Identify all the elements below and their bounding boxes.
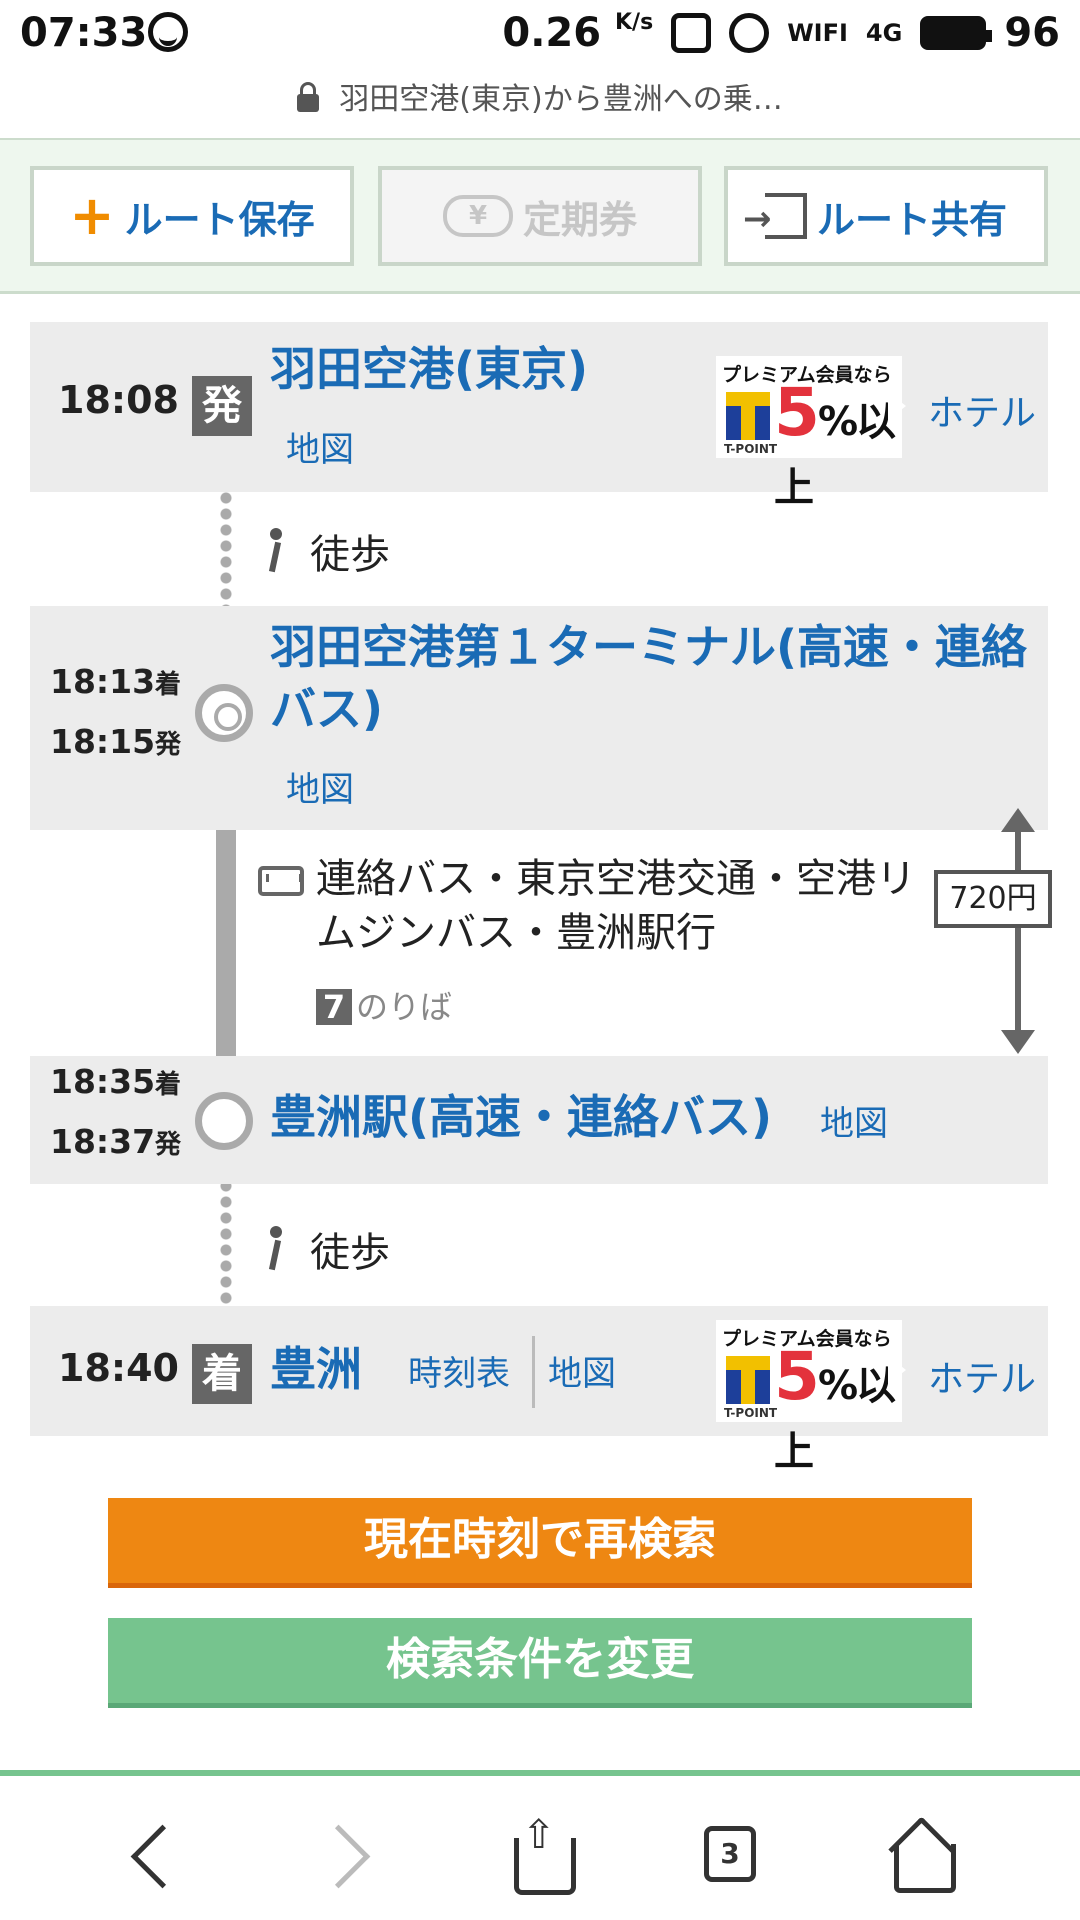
- stop2-depart-time: 18:37発: [50, 1122, 181, 1161]
- bus-line-name[interactable]: 連絡バス・東京空港交通・空港リムジンバス・豊洲駅行: [316, 852, 916, 960]
- tpoint-logo-icon: [726, 1356, 770, 1404]
- bus-icon: [258, 866, 304, 896]
- platform-number: 7: [316, 989, 352, 1025]
- walk-label-2: 徒歩: [310, 1230, 390, 1276]
- arrival-station-name[interactable]: 豊洲: [270, 1338, 362, 1400]
- departure-station-box: 18:08 発 羽田空港(東京) 地図 プレミアム会員なら 5%以上 T-POI…: [30, 322, 1048, 508]
- forward-icon[interactable]: [310, 1818, 390, 1898]
- status-bar: 07:33 0.26 K/s WIFI 4G 96: [0, 0, 1080, 68]
- transfer-station-box-2: 18:35着 18:37発 豊洲駅(高速・連絡バス) 地図: [30, 1056, 1048, 1184]
- save-route-label: ルート保存: [124, 197, 315, 242]
- tabs-button[interactable]: 3: [690, 1818, 770, 1898]
- stop2-arrive-time: 18:35着: [50, 1062, 181, 1101]
- share-page-icon[interactable]: [500, 1812, 580, 1898]
- stop2-arrive-suffix: 着: [155, 1070, 182, 1100]
- timetable-link[interactable]: 時刻表: [408, 1346, 510, 1395]
- change-conditions-button[interactable]: 検索条件を変更: [108, 1618, 972, 1708]
- walk-segment-2: 徒歩: [260, 1220, 390, 1278]
- fare-range-arrow-icon: [1001, 808, 1035, 1054]
- tpoint-ad[interactable]: プレミアム会員なら 5%以上 T-POINT: [716, 1320, 906, 1472]
- transfer-station-box-1: 18:13着 18:15発 羽田空港第１ターミナル(高速・連絡バス) 地図: [30, 606, 1048, 830]
- departure-time: 18:08: [58, 378, 179, 422]
- tpoint-logo-icon: [726, 392, 770, 440]
- arrival-map-link[interactable]: 地図: [548, 1346, 616, 1395]
- stop1-node-icon: [195, 684, 253, 742]
- research-now-button[interactable]: 現在時刻で再検索: [108, 1498, 972, 1588]
- ad-brand: T-POINT: [724, 442, 778, 456]
- arrival-hotel-link[interactable]: ホテル: [928, 1350, 1036, 1402]
- stop2-station-name[interactable]: 豊洲駅(高速・連絡バス): [270, 1086, 772, 1148]
- battery-icon: [920, 16, 993, 50]
- platform-label: のりば: [356, 988, 453, 1026]
- stop1-arrive-time: 18:13着: [50, 662, 181, 701]
- face-icon: [148, 12, 188, 52]
- network-speed-unit: K/s: [615, 10, 654, 35]
- platform-info: 7 のりば: [316, 982, 452, 1028]
- plus-icon: +: [69, 184, 115, 247]
- stop2-node-icon: [195, 1092, 253, 1150]
- stop1-depart-time: 18:15発: [50, 722, 181, 761]
- ad-percent-value: 5: [774, 374, 820, 451]
- tab-count: 3: [704, 1826, 756, 1882]
- walk-label-1: 徒歩: [310, 532, 390, 578]
- commuter-pass-label: 定期券: [522, 197, 637, 242]
- alarm-icon: [729, 13, 770, 53]
- walking-icon: [260, 1226, 290, 1272]
- ad-percent: 5%以上: [774, 380, 902, 512]
- walk-segment-1: 徒歩: [260, 522, 390, 580]
- stop2-depart-suffix: 発: [155, 1130, 182, 1160]
- home-icon[interactable]: [882, 1818, 962, 1898]
- wifi-icon: WIFI: [787, 19, 848, 47]
- link-separator: [532, 1336, 535, 1408]
- share-route-label: ルート共有: [816, 197, 1007, 242]
- arrival-station-box: 18:40 着 豊洲 時刻表 地図 プレミアム会員なら 5%以上 T-POINT…: [30, 1306, 1048, 1472]
- departure-station-name[interactable]: 羽田空港(東京): [270, 338, 588, 400]
- commuter-pass-button[interactable]: ¥ 定期券: [378, 166, 702, 266]
- status-icons: 0.26 K/s WIFI 4G 96: [502, 10, 1060, 56]
- back-icon[interactable]: [118, 1818, 198, 1898]
- stop2-map-link[interactable]: 地図: [820, 1096, 888, 1145]
- url-bar[interactable]: 羽田空港(東京)から豊洲への乗…: [0, 70, 1080, 138]
- stop1-depart-time-value: 18:15: [50, 722, 156, 761]
- clock: 07:33: [20, 10, 148, 56]
- share-route-button[interactable]: ルート共有: [724, 166, 1048, 266]
- stop2-arrive-time-value: 18:35: [50, 1062, 156, 1101]
- battery-level: 96: [1004, 10, 1060, 56]
- departure-badge: 発: [192, 376, 252, 436]
- stop1-station-name[interactable]: 羽田空港第１ターミナル(高速・連絡バス): [270, 616, 1030, 740]
- stop1-map-link[interactable]: 地図: [286, 762, 354, 811]
- ad-percent-value: 5: [774, 1338, 820, 1415]
- lock-icon: [297, 81, 320, 112]
- departure-hotel-link[interactable]: ホテル: [928, 384, 1036, 436]
- stop2-depart-time-value: 18:37: [50, 1122, 156, 1161]
- ad-percent: 5%以上: [774, 1344, 902, 1476]
- ad-brand: T-POINT: [724, 1406, 778, 1420]
- arrival-time: 18:40: [58, 1346, 179, 1390]
- tpoint-ad[interactable]: プレミアム会員なら 5%以上 T-POINT: [716, 356, 906, 508]
- departure-map-link[interactable]: 地図: [286, 422, 354, 471]
- network-speed: 0.26 K/s: [502, 10, 653, 56]
- browser-nav-bar: 3: [0, 1770, 1080, 1920]
- stop1-arrive-suffix: 着: [155, 670, 182, 700]
- route-toolbar: + ルート保存 ¥ 定期券 ルート共有: [0, 138, 1080, 294]
- yen-icon: ¥: [442, 195, 513, 237]
- stop1-arrive-time-value: 18:13: [50, 662, 156, 701]
- signal-icon: 4G: [865, 19, 903, 47]
- fare-badge: 720円: [934, 870, 1052, 928]
- walking-icon: [260, 528, 290, 574]
- share-icon: [743, 193, 807, 239]
- vibrate-icon: [671, 13, 712, 53]
- page-title: 羽田空港(東京)から豊洲への乗…: [339, 82, 783, 117]
- stop1-depart-suffix: 発: [155, 730, 182, 760]
- save-route-button[interactable]: + ルート保存: [30, 166, 354, 266]
- network-speed-value: 0.26: [502, 10, 602, 56]
- arrival-badge: 着: [192, 1344, 252, 1404]
